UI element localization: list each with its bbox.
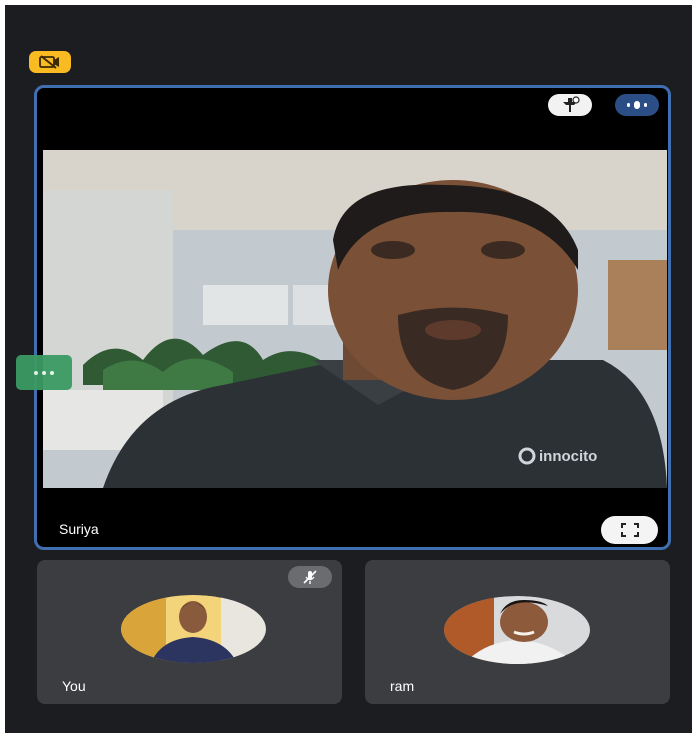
more-horizontal-icon: [34, 370, 54, 375]
more-options-button[interactable]: [615, 94, 659, 116]
mic-off-icon: [303, 570, 317, 584]
recording-indicator[interactable]: [29, 51, 71, 73]
fullscreen-icon: [620, 523, 639, 537]
main-participant-name: Suriya: [59, 521, 99, 537]
pin-icon: [563, 96, 580, 112]
avatar: [444, 596, 591, 664]
side-panel-handle[interactable]: [16, 355, 72, 390]
more-options-icon: [627, 101, 647, 109]
mic-muted-indicator: [288, 566, 332, 588]
participant-name: ram: [390, 678, 415, 694]
avatar: [121, 595, 266, 663]
fullscreen-button[interactable]: [601, 516, 658, 544]
participant-tile-you[interactable]: You: [37, 560, 342, 704]
pin-button[interactable]: [548, 94, 592, 116]
participant-name: You: [62, 678, 86, 694]
shirt-logo-text: innocito: [539, 448, 597, 465]
participant-tile-ram[interactable]: ram: [365, 560, 670, 704]
camera-off-icon: [39, 55, 59, 69]
participant-video: innocito: [43, 150, 667, 488]
main-video-tile[interactable]: innocito Suriya: [34, 85, 671, 550]
meeting-screen: innocito Suriya You ram: [5, 5, 692, 733]
